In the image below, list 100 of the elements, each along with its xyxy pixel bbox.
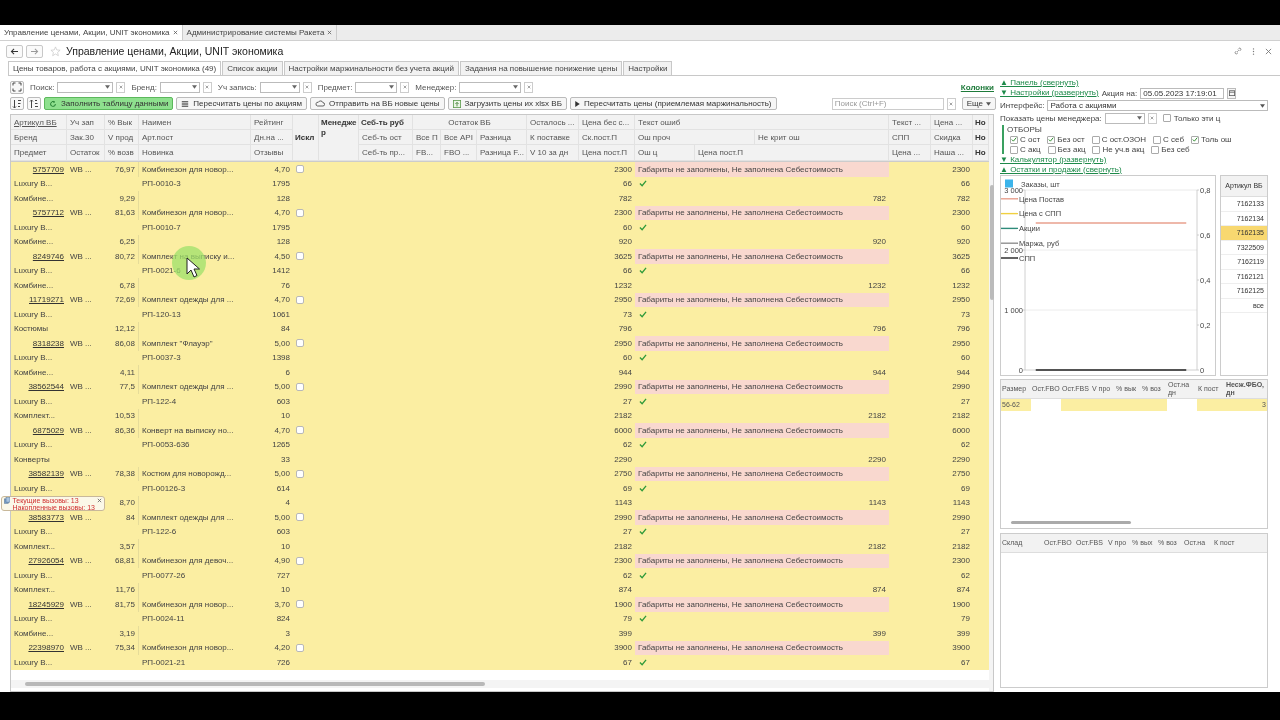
checkbox[interactable]	[296, 339, 304, 348]
article-link[interactable]: 38583773	[11, 510, 67, 525]
link-icon[interactable]	[1234, 47, 1242, 55]
dropdown-icon[interactable]	[513, 85, 519, 89]
checkbox[interactable]	[1010, 135, 1018, 144]
scrollbar-thumb[interactable]	[25, 682, 485, 686]
date-field[interactable]: 05.05.2023 17:19:01	[1140, 87, 1225, 99]
column-header[interactable]: Отзывы	[251, 145, 293, 161]
star-icon[interactable]	[50, 45, 61, 57]
table-row[interactable]: Комбине... 4,11 6 944 944 944	[11, 365, 989, 380]
column-header[interactable]: Не крит ош	[755, 130, 889, 145]
column-header[interactable]: Рейтинг	[251, 115, 293, 130]
column-header[interactable]: Разница F...	[477, 145, 527, 161]
checkbox[interactable]	[296, 513, 304, 522]
checkbox[interactable]	[296, 165, 304, 174]
form-tab[interactable]: Цены товаров, работа с акциями, UNIT экономика (49)	[8, 61, 222, 75]
column-header[interactable]: Скидка	[931, 130, 973, 145]
column-header[interactable]: Разница	[477, 130, 527, 145]
toolbar-button[interactable]: Заполнить таблицу данными	[44, 97, 174, 110]
checkbox[interactable]	[296, 426, 304, 435]
table-row[interactable]: 8318238 WB ... 86,08 Комплект "Флауэр" 5,00 2950 Габариты не заполнены, Не заполнена Себестоимость 2950	[11, 336, 989, 351]
checkbox[interactable]	[1151, 145, 1160, 154]
column-header[interactable]: Себ-ть ост	[359, 130, 413, 145]
close-icon[interactable]	[327, 30, 333, 35]
dropdown-icon[interactable]	[105, 85, 111, 89]
manager-field[interactable]	[1104, 112, 1145, 124]
clear-button[interactable]	[302, 81, 312, 93]
clear-button[interactable]	[116, 81, 126, 93]
dropdown-icon[interactable]	[291, 85, 297, 89]
form-tab[interactable]: Задания на повышение понижение цены	[459, 61, 623, 75]
filter-field[interactable]	[259, 81, 300, 93]
clear-button[interactable]	[1147, 112, 1157, 124]
close-icon[interactable]	[97, 497, 102, 503]
article-link[interactable]: 38562544	[11, 379, 67, 394]
toolbar-button[interactable]: Отправить на ВБ новые цены	[310, 97, 445, 110]
column-header[interactable]: Ош ц	[635, 145, 695, 161]
window-tab[interactable]: Управление ценами, Акции, UNIT экономика	[0, 25, 183, 40]
checkbox[interactable]	[296, 382, 304, 391]
column-header[interactable]: Цена пост.П	[579, 145, 635, 161]
filter-field[interactable]	[355, 81, 398, 93]
filter-field[interactable]	[459, 81, 522, 93]
column-header[interactable]: Все API	[441, 130, 477, 145]
table-row[interactable]: Luxury B... РП-122-4 603 27 27	[11, 394, 989, 409]
checkbox[interactable]	[1047, 145, 1056, 154]
column-header[interactable]: Наимен	[139, 115, 251, 130]
column-header[interactable]: Цена ...	[889, 145, 931, 161]
column-header[interactable]: Остаток ВБ	[413, 115, 527, 130]
toolbar-button[interactable]: Пересчитать цены по акциям	[176, 97, 308, 110]
table-row[interactable]: Комплект... 3,57 10 2182 2182 2182	[11, 539, 989, 554]
column-header[interactable]: Наша ...	[931, 145, 973, 161]
scrollbar-thumb[interactable]	[990, 185, 994, 300]
column-header[interactable]: Остаток	[67, 145, 105, 161]
table-row[interactable]: Luxury B... РП-0021-21 726 67 67	[11, 655, 989, 670]
settings-expand-link[interactable]: ▼ Настройки (развернуть)	[1000, 87, 1099, 97]
checkbox[interactable]	[296, 600, 304, 609]
column-header[interactable]: Все П	[413, 130, 441, 145]
table-row[interactable]: Комбине... 3,19 3 399 399 399	[11, 626, 989, 641]
column-header[interactable]: СПП	[889, 130, 931, 145]
form-tab[interactable]: Настройки	[623, 61, 673, 75]
toolbar-button[interactable]: Загрузить цены их xlsx ВБ	[447, 97, 567, 110]
search-field[interactable]: Поиск (Ctrl+F)	[831, 97, 944, 110]
checkbox[interactable]	[1010, 145, 1018, 154]
column-header[interactable]: Себ-ть руб	[359, 115, 413, 130]
column-header[interactable]: Новинка	[139, 145, 251, 161]
column-header[interactable]: Цена пост.П	[695, 145, 889, 161]
checkbox[interactable]	[296, 556, 304, 565]
table-row[interactable]: Комбине... 6,78 76 1232 1232 1232	[11, 278, 989, 293]
sort-descending-button[interactable]	[27, 97, 41, 110]
clear-button[interactable]	[946, 97, 956, 110]
table-row[interactable]: Комбине... 9,29 128 782 782 782	[11, 191, 989, 206]
stock-collapse-link[interactable]: ▲ Остатки и продажи (свернуть)	[1000, 164, 1122, 174]
checkbox[interactable]	[1047, 135, 1056, 144]
article-link[interactable]: 8249746	[11, 249, 67, 264]
column-header[interactable]: Текст ошиб	[635, 115, 889, 130]
vertical-scrollbar[interactable]	[989, 115, 993, 691]
checkbox[interactable]	[1092, 145, 1101, 154]
checkbox[interactable]	[1091, 135, 1100, 144]
column-header[interactable]: Искл	[293, 115, 319, 161]
table-row[interactable]: 18245929 WB ... 81,75 Комбинезон для новор... 3,70 1900 Габариты не заполнены, Не заполнена Себестоимость 1900	[11, 597, 989, 612]
column-header[interactable]: Менедже р	[319, 115, 359, 161]
column-header[interactable]: Ск.пост.П	[579, 130, 635, 145]
calculator-expand-link[interactable]: ▼ Калькулятор (развернуть)	[1000, 155, 1107, 165]
horizontal-scrollbar[interactable]	[11, 680, 989, 688]
checkbox[interactable]	[296, 643, 304, 652]
table-row[interactable]: 5757709 WB ... 76,97 Комбинезон для новор... 4,70 2300 Габариты не заполнены, Не заполнена Себестоимость 2300	[11, 162, 989, 177]
dropdown-icon[interactable]	[191, 85, 197, 89]
article-link[interactable]: 11719271	[11, 292, 67, 307]
checkbox[interactable]	[1162, 114, 1171, 123]
column-header[interactable]: V прод	[105, 130, 139, 145]
column-header[interactable]: FB...	[413, 145, 441, 161]
clear-button[interactable]	[400, 81, 410, 93]
column-header[interactable]: К поставке	[527, 130, 579, 145]
more-icon[interactable]	[1252, 46, 1255, 56]
checkbox[interactable]	[296, 252, 304, 261]
checkbox[interactable]	[296, 469, 304, 478]
more-button[interactable]: Еще	[961, 97, 996, 110]
column-header[interactable]: Зак.30	[67, 130, 105, 145]
column-header[interactable]: % возв	[105, 145, 139, 161]
dropdown-icon[interactable]	[1136, 116, 1142, 121]
column-header[interactable]: Бренд	[11, 130, 67, 145]
